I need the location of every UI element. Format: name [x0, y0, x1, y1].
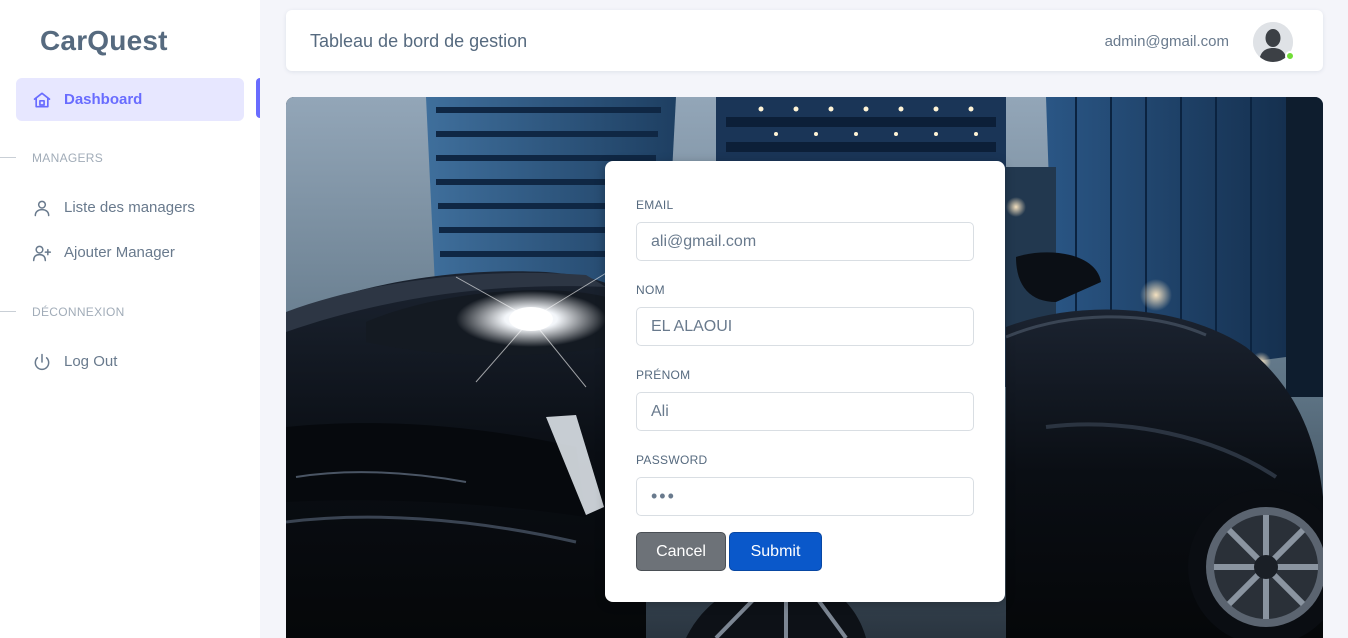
page-title: Tableau de bord de gestion [310, 31, 528, 51]
sidebar-item-label: Ajouter Manager [64, 244, 175, 261]
password-label: PASSWORD [636, 453, 708, 467]
sidebar-item-logout[interactable]: Log Out [16, 340, 244, 383]
nom-label: NOM [636, 283, 665, 297]
sidebar-item-dashboard[interactable]: Dashboard [16, 78, 244, 121]
nom-field[interactable] [636, 307, 974, 346]
online-status-badge [1285, 51, 1295, 61]
sidebar-item-label: Liste des managers [64, 199, 195, 216]
sidebar-item-ajouter-manager[interactable]: Ajouter Manager [16, 231, 244, 274]
section-header-managers: MANAGERS [32, 151, 104, 165]
section-header-deconnexion: DÉCONNEXION [32, 305, 125, 319]
email-field[interactable] [636, 222, 974, 261]
email-label: EMAIL [636, 198, 674, 212]
power-icon [32, 352, 52, 372]
sidebar-item-liste-managers[interactable]: Liste des managers [16, 186, 244, 229]
user-icon [32, 198, 52, 218]
sidebar-item-label: Dashboard [64, 91, 143, 108]
prenom-field[interactable] [636, 392, 974, 431]
password-field[interactable] [636, 477, 974, 516]
manager-form-card: EMAIL NOM PRÉNOM PASSWORD Cancel Submit [605, 161, 1005, 602]
brand-logo[interactable]: CarQuest [40, 25, 168, 57]
user-email: admin@gmail.com [1104, 33, 1229, 50]
divider [0, 311, 16, 312]
home-icon [32, 90, 52, 110]
sidebar: CarQuest Dashboard MANAGERS Liste des ma… [0, 0, 260, 638]
user-plus-icon [32, 243, 52, 263]
top-navbar: Tableau de bord de gestion admin@gmail.c… [286, 10, 1323, 71]
cancel-button[interactable]: Cancel [636, 532, 726, 571]
divider [0, 157, 16, 158]
sidebar-item-label: Log Out [64, 353, 118, 370]
submit-button[interactable]: Submit [729, 532, 822, 571]
prenom-label: PRÉNOM [636, 368, 691, 382]
active-indicator [256, 78, 260, 118]
